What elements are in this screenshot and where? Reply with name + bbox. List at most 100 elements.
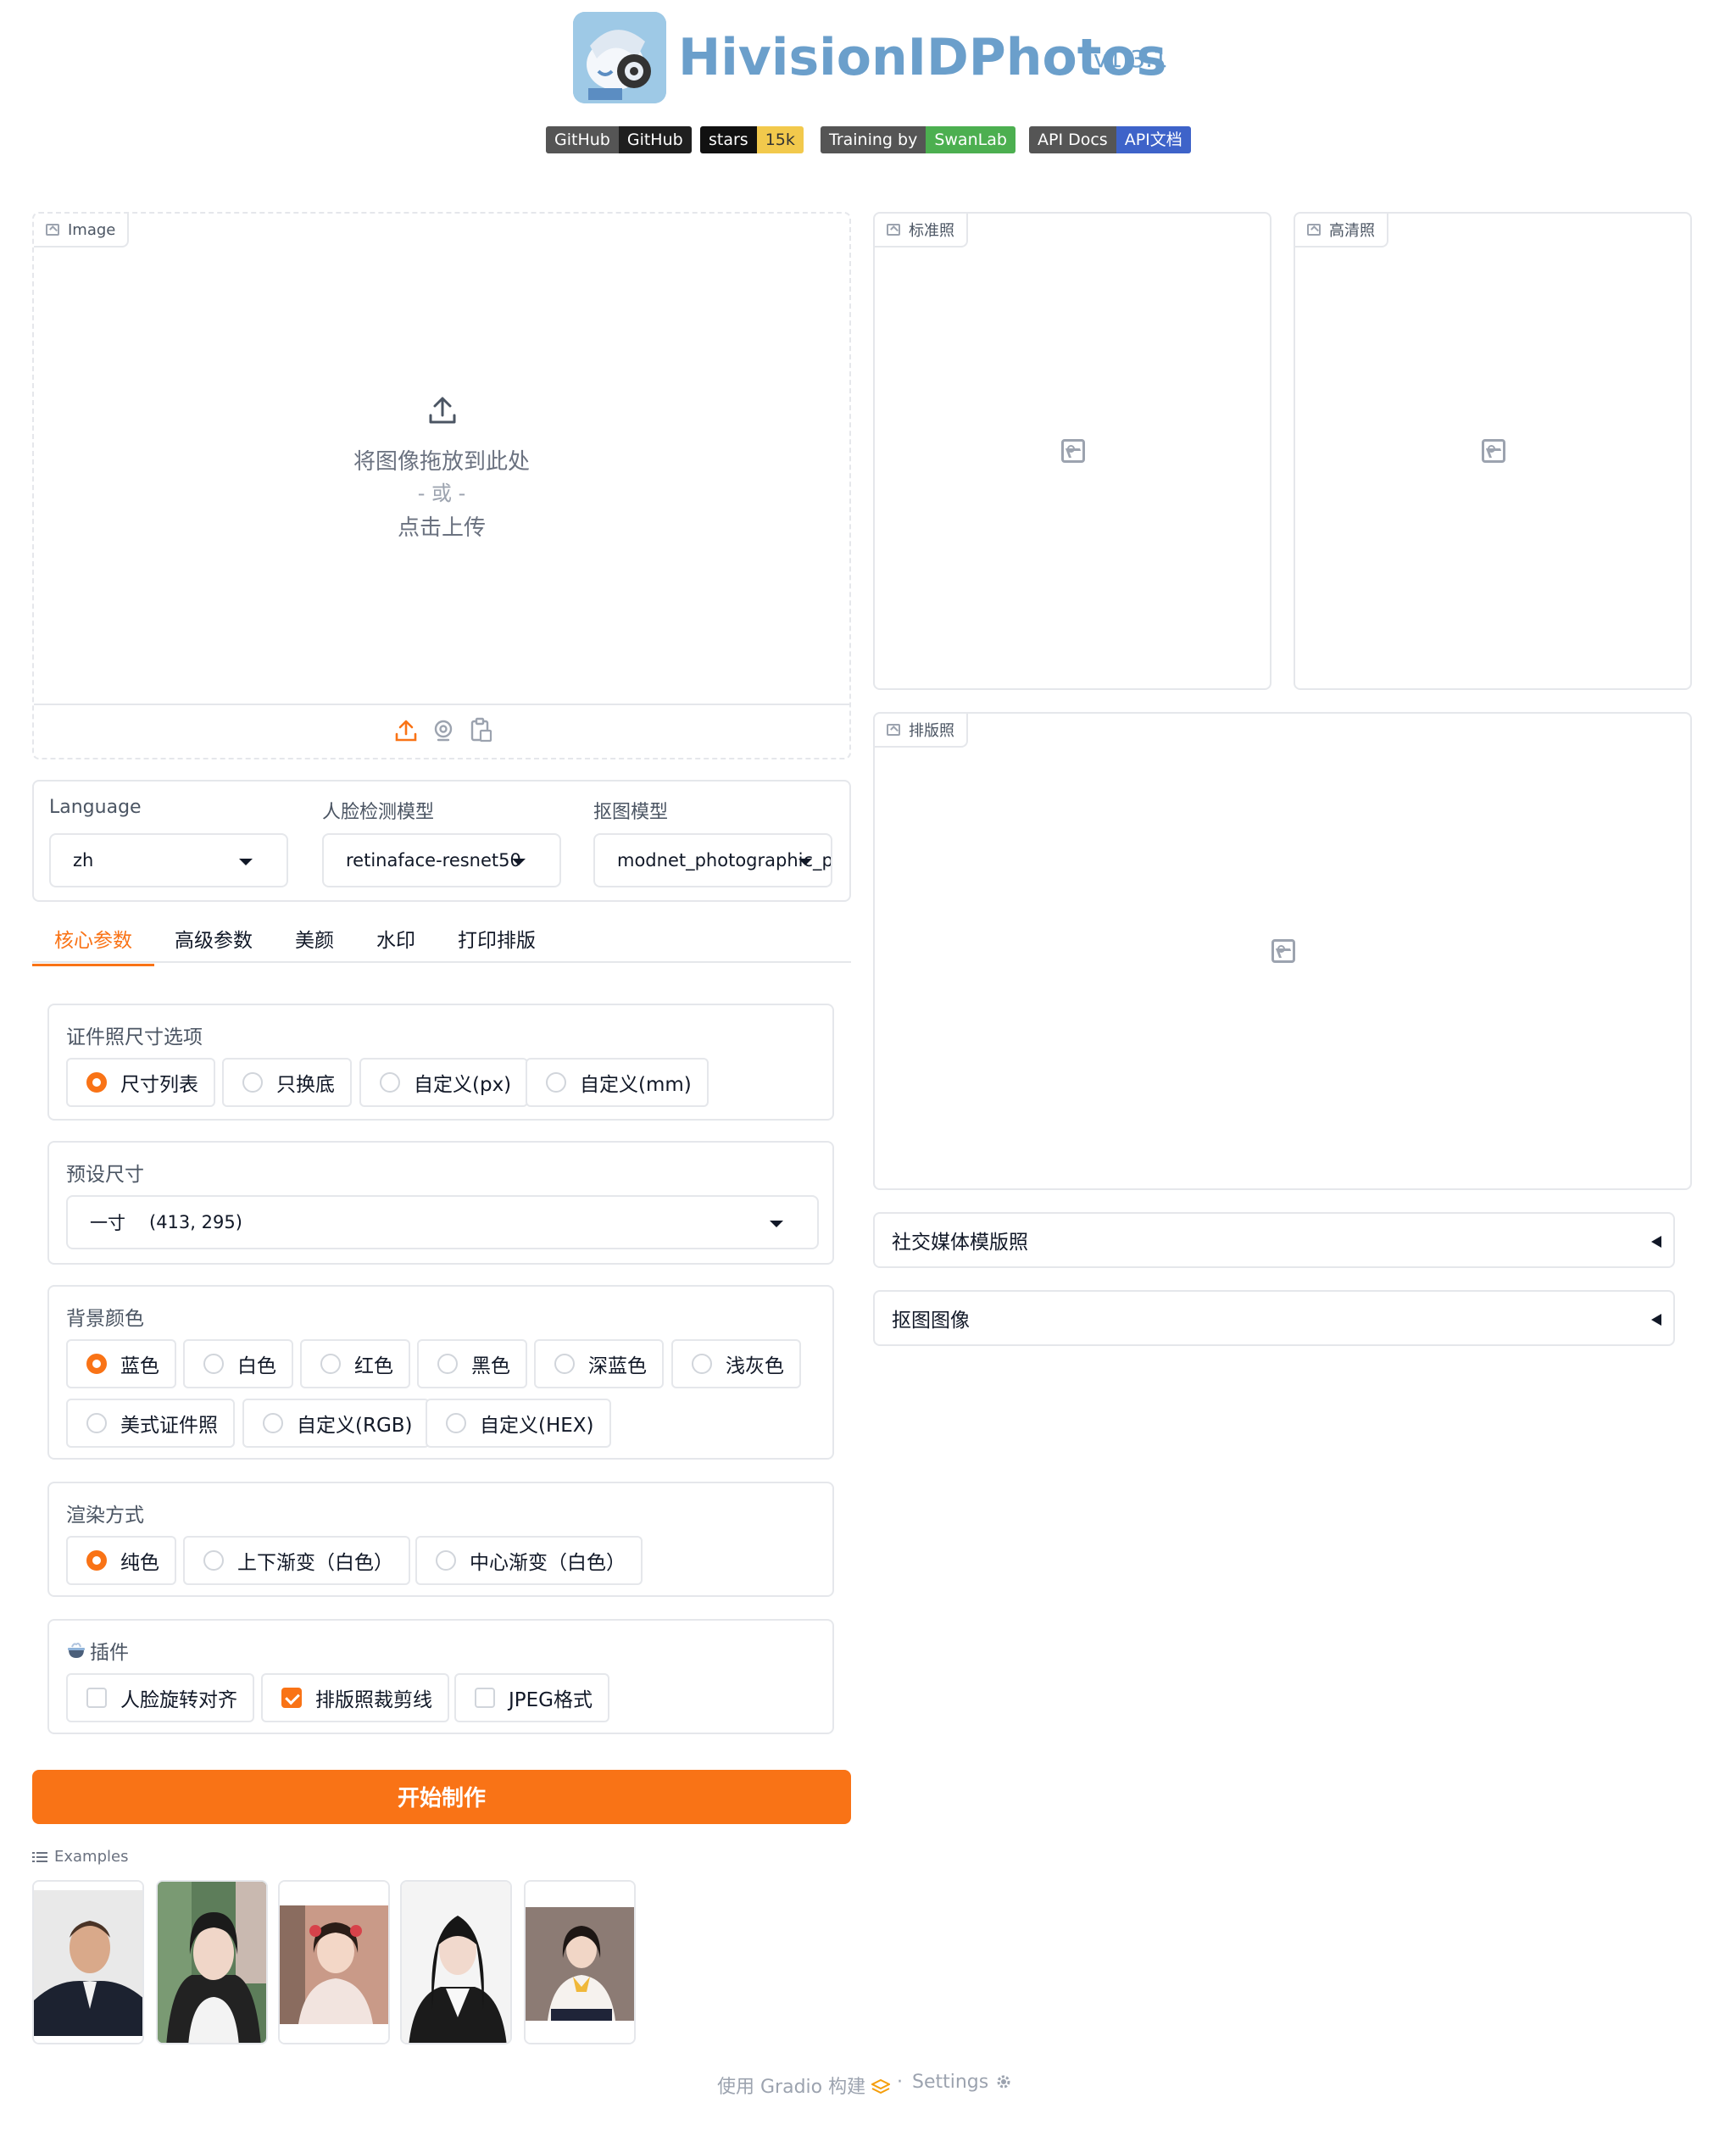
option-label: 美式证件照 (120, 1415, 218, 1437)
plugin-crop-line[interactable]: 排版照裁剪线 (261, 1673, 449, 1722)
standard-photo-label-text: 标准照 (909, 222, 954, 240)
option-label: 自定义(mm) (580, 1074, 692, 1096)
render-mode-group: 渲染方式 纯色 上下渐变（白色） 中心渐变（白色） (47, 1482, 834, 1597)
bg-option-blue[interactable]: 蓝色 (66, 1339, 176, 1388)
render-mode-label: 渲染方式 (66, 1505, 144, 1527)
swanlab-badge[interactable]: Training by SwanLab (821, 126, 1015, 153)
preset-size-value: 一寸 (90, 1213, 125, 1233)
render-option-vertical-gradient[interactable]: 上下渐变（白色） (183, 1536, 410, 1585)
chevron-down-icon (512, 859, 526, 865)
tab-watermark[interactable]: 水印 (354, 924, 437, 966)
preset-size-dropdown[interactable]: 一寸 (413, 295) (66, 1195, 819, 1249)
layout-photo-label: 排版照 (875, 714, 968, 748)
badge-value: SwanLab (926, 126, 1015, 153)
option-label: 中心渐变（白色） (470, 1552, 626, 1574)
checkbox-checked (281, 1688, 302, 1708)
size-option-custom-mm[interactable]: 自定义(mm) (526, 1058, 709, 1107)
size-option-custom-px[interactable]: 自定义(px) (359, 1058, 529, 1107)
size-option-bg-only[interactable]: 只换底 (222, 1058, 352, 1107)
option-label: 自定义(px) (414, 1074, 512, 1096)
bg-option-red[interactable]: 红色 (300, 1339, 410, 1388)
bg-option-custom-rgb[interactable]: 自定义(RGB) (242, 1399, 430, 1448)
badge-value: GitHub (618, 126, 692, 153)
gear-icon (997, 2075, 1010, 2089)
api-docs-badge[interactable]: API Docs API文档 (1029, 126, 1191, 153)
plugins-label-row: 插件 (66, 1636, 129, 1665)
option-label: 自定义(RGB) (297, 1415, 413, 1437)
render-option-center-gradient[interactable]: 中心渐变（白色） (415, 1536, 643, 1585)
tab-advanced-params[interactable]: 高级参数 (153, 924, 275, 966)
start-button[interactable]: 开始制作 (32, 1770, 851, 1824)
image-placeholder-icon (1482, 439, 1505, 463)
radio (86, 1413, 107, 1433)
layout-photo-panel: 排版照 (873, 712, 1692, 1190)
example-thumbnail[interactable] (278, 1880, 390, 2044)
plugin-jpeg-format[interactable]: JPEG格式 (454, 1673, 610, 1722)
plugin-face-align[interactable]: 人脸旋转对齐 (66, 1673, 254, 1722)
example-thumbnail[interactable] (156, 1880, 268, 2044)
webcam-icon[interactable] (431, 719, 456, 743)
accordion-label: 抠图图像 (892, 1310, 970, 1332)
plugin-icon (68, 1643, 85, 1658)
badge-label: API Docs (1029, 126, 1116, 153)
example-thumbnail[interactable] (32, 1880, 144, 2044)
example-thumbnail[interactable] (524, 1880, 636, 2044)
clipboard-icon[interactable] (468, 717, 493, 743)
drop-text: 将图像拖放到此处 (353, 449, 530, 475)
settings-text: Settings (912, 2072, 989, 2093)
tab-beauty[interactable]: 美颜 (273, 924, 356, 966)
chevron-down-icon (770, 1221, 783, 1227)
gradio-logo-icon (870, 2078, 892, 2094)
stars-badge[interactable]: stars 15k (700, 126, 804, 153)
image-icon (46, 224, 59, 236)
option-label: 纯色 (120, 1552, 159, 1574)
face-model-dropdown[interactable]: retinaface-resnet50 (322, 833, 561, 887)
radio (203, 1550, 224, 1571)
badge-value: 15k (756, 126, 804, 153)
example-thumbnail[interactable] (400, 1880, 512, 2044)
examples-header: Examples (32, 1848, 128, 1866)
upload-icon (429, 397, 456, 424)
social-media-template-accordion[interactable]: 社交媒体模版照 (873, 1212, 1675, 1268)
image-upload-panel[interactable]: Image 将图像拖放到此处 - 或 - 点击上传 (32, 212, 851, 759)
radio-selected (86, 1072, 107, 1093)
built-with-gradio-link[interactable]: 使用 Gradio 构建 (717, 2072, 892, 2099)
upload-source-icon[interactable] (393, 719, 419, 743)
option-label: 黑色 (471, 1355, 510, 1377)
tab-core-params[interactable]: 核心参数 (32, 924, 154, 966)
settings-link[interactable]: Settings (912, 2072, 1013, 2093)
bg-option-dark-blue[interactable]: 深蓝色 (534, 1339, 664, 1388)
app-version: v1.3.1 (1093, 45, 1168, 73)
radio (554, 1354, 575, 1374)
render-option-solid[interactable]: 纯色 (66, 1536, 176, 1585)
bg-option-light-gray[interactable]: 浅灰色 (671, 1339, 801, 1388)
image-icon (1307, 224, 1321, 236)
matting-model-dropdown[interactable]: modnet_photographic_portrait_matting (593, 833, 832, 887)
tab-print-layout[interactable]: 打印排版 (436, 924, 558, 966)
plugins-group: 插件 人脸旋转对齐 排版照裁剪线 JPEG格式 (47, 1619, 834, 1734)
chevron-down-icon (239, 859, 253, 865)
language-dropdown[interactable]: zh (49, 833, 288, 887)
bg-option-custom-hex[interactable]: 自定义(HEX) (426, 1399, 611, 1448)
bg-option-black[interactable]: 黑色 (417, 1339, 527, 1388)
face-model-label: 人脸检测模型 (322, 802, 435, 823)
size-options-group: 证件照尺寸选项 尺寸列表 只换底 自定义(px) 自定义(mm) (47, 1004, 834, 1121)
bg-option-us-id[interactable]: 美式证件照 (66, 1399, 235, 1448)
option-label: 排版照裁剪线 (315, 1689, 432, 1711)
badge-label: GitHub (546, 126, 619, 153)
collapse-arrow-icon (1651, 1314, 1661, 1326)
option-label: 尺寸列表 (120, 1074, 198, 1096)
radio (263, 1413, 283, 1433)
preset-size-group: 预设尺寸 一寸 (413, 295) (47, 1141, 834, 1265)
option-label: 红色 (354, 1355, 393, 1377)
matting-image-accordion[interactable]: 抠图图像 (873, 1290, 1675, 1346)
preset-size-dims: (413, 295) (149, 1212, 242, 1232)
bg-option-white[interactable]: 白色 (183, 1339, 293, 1388)
standard-photo-label: 标准照 (875, 214, 968, 248)
image-icon (887, 724, 900, 736)
or-text: - 或 - (417, 481, 466, 505)
click-upload-text[interactable]: 点击上传 (34, 510, 849, 542)
github-badge[interactable]: GitHub GitHub (546, 126, 692, 153)
size-option-list[interactable]: 尺寸列表 (66, 1058, 215, 1107)
background-color-label: 背景颜色 (66, 1308, 144, 1330)
